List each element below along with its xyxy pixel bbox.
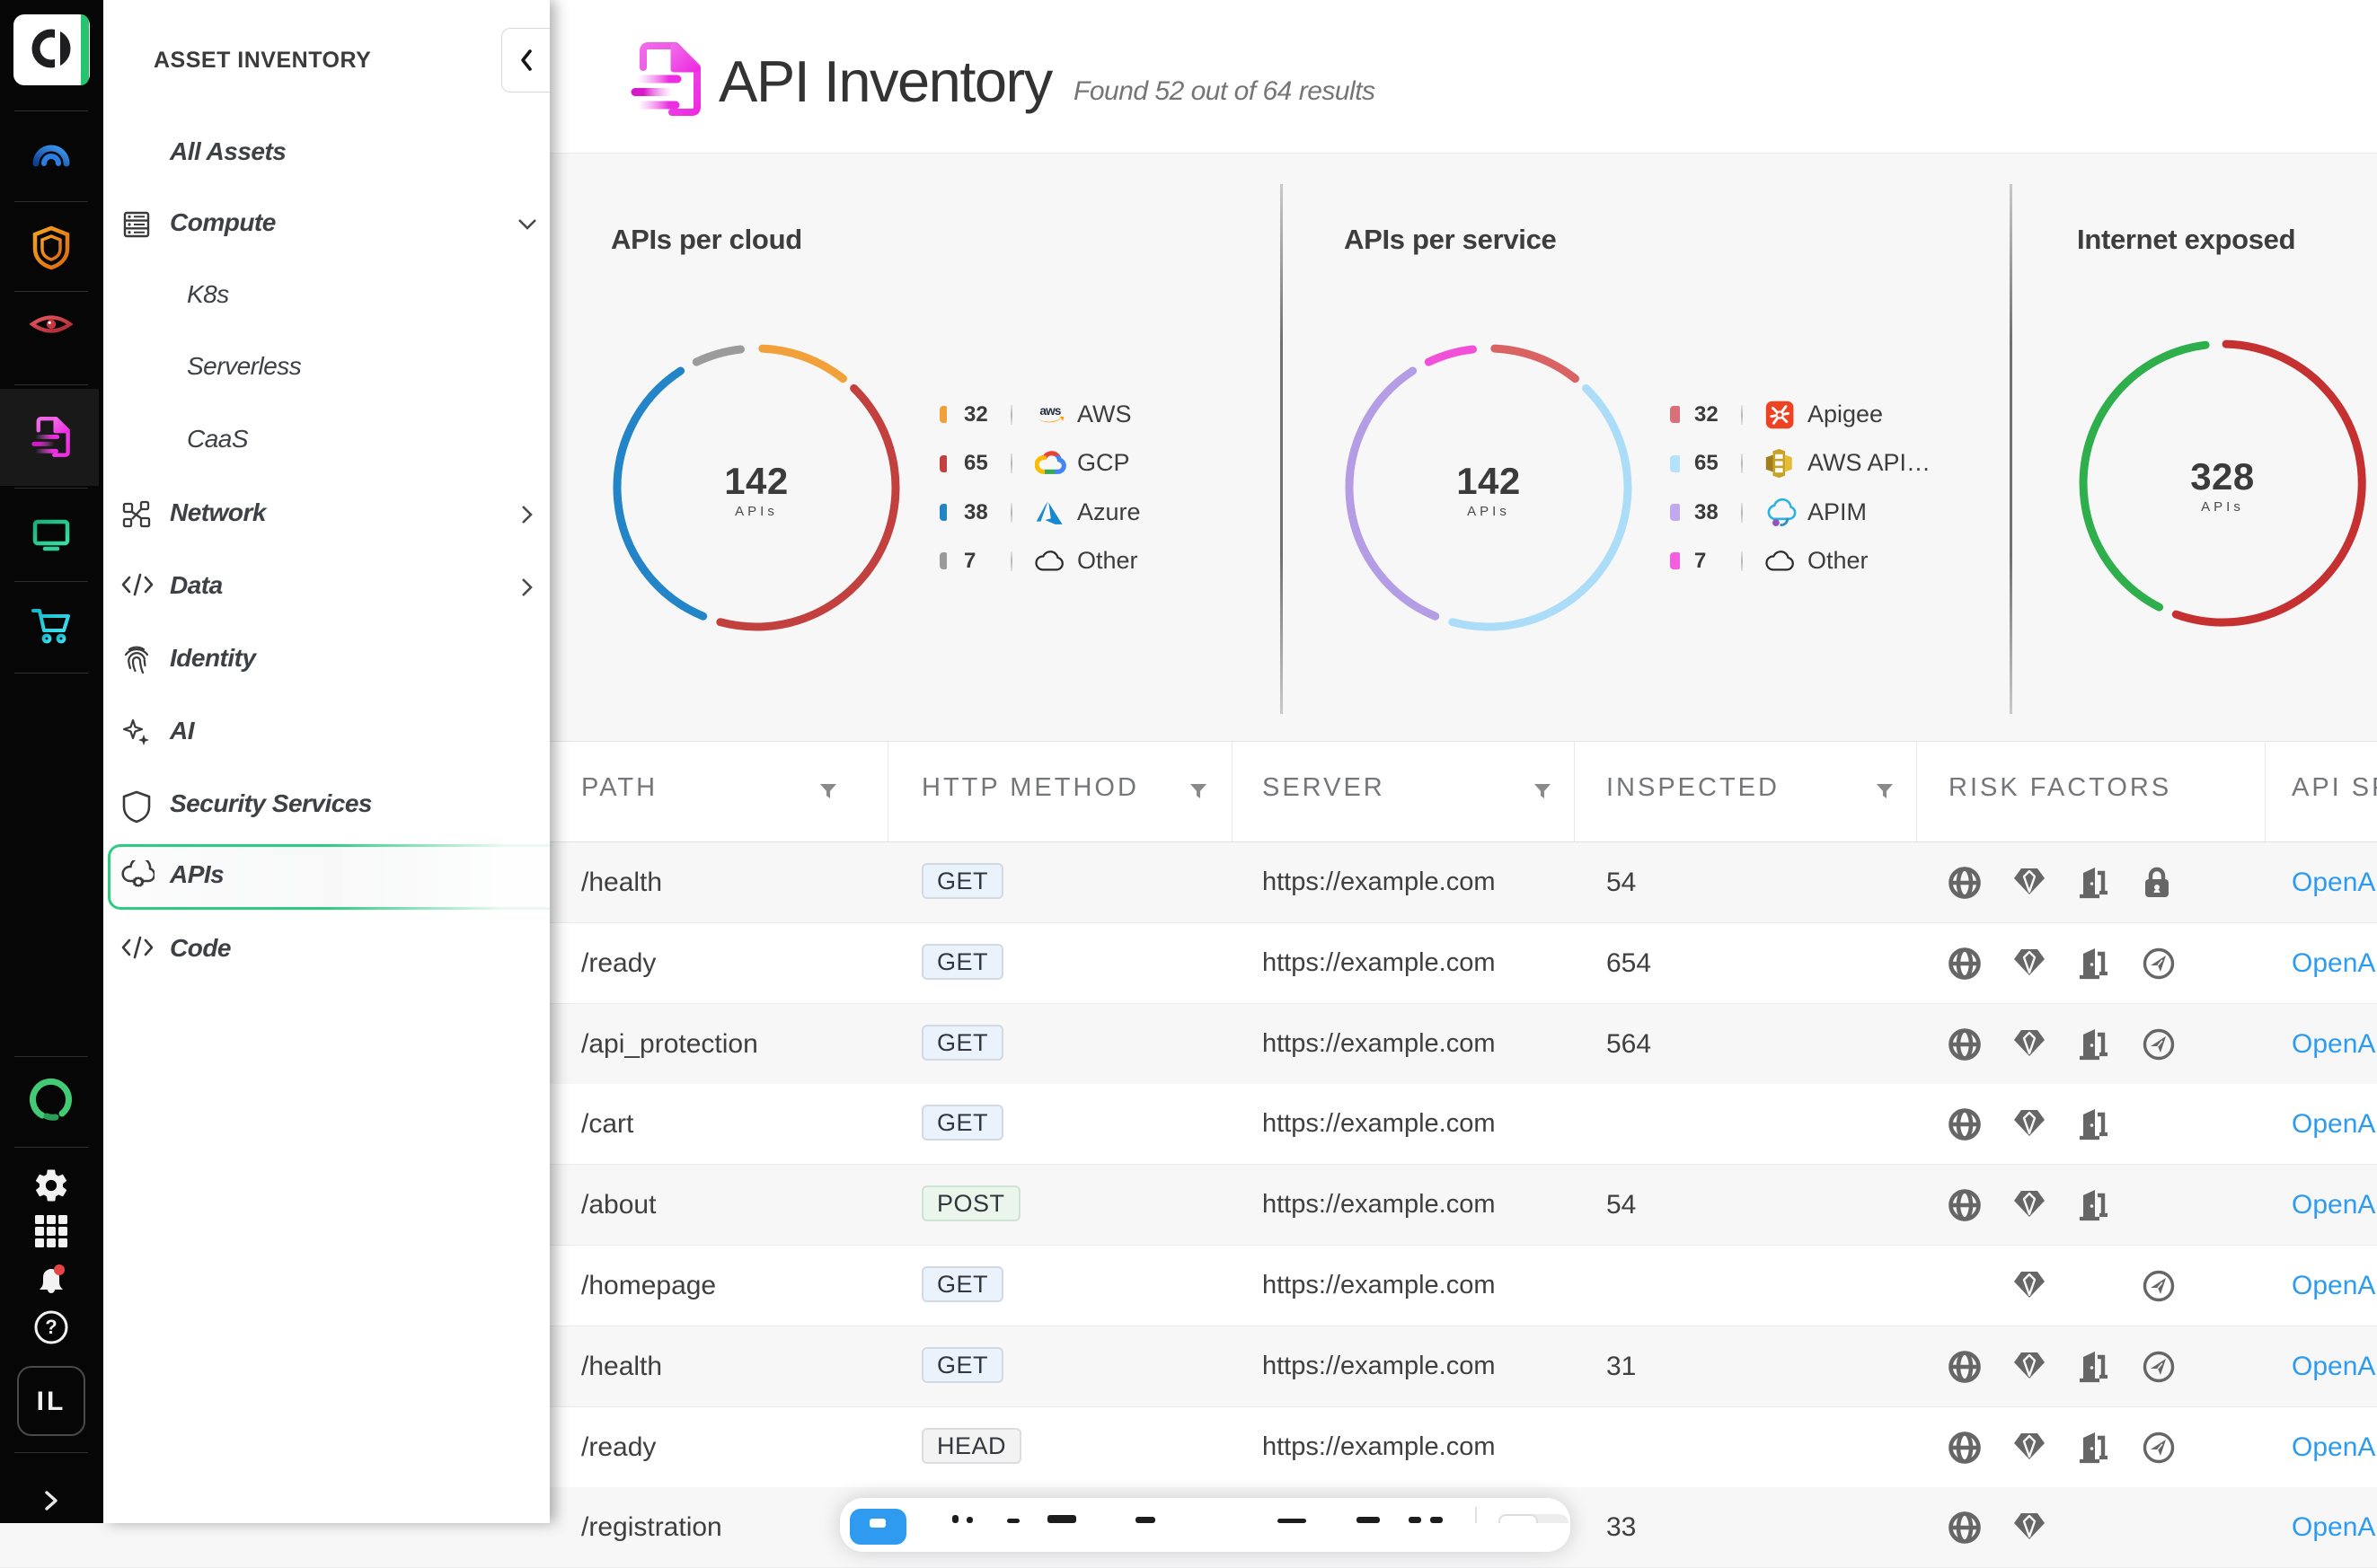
svg-text:aws: aws bbox=[1039, 404, 1060, 418]
svg-text:?: ? bbox=[45, 1316, 57, 1338]
